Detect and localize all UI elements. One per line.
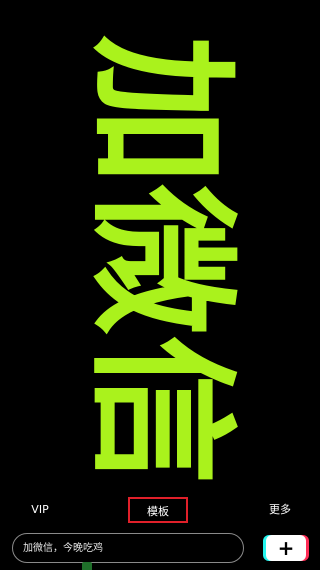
tab-more[interactable]: 更多: [260, 495, 300, 525]
banner-preview: 加 微 信: [0, 0, 320, 495]
tab-vip[interactable]: VIP: [20, 495, 60, 525]
screen: 加 微 信 VIP 模板 更多 +: [0, 0, 320, 570]
tab-templates[interactable]: 模板: [128, 497, 188, 523]
composer-row: +: [0, 531, 320, 567]
banner-char-2: 微: [73, 184, 247, 335]
bottom-accent: [82, 562, 92, 570]
banner-char-3: 信: [73, 335, 247, 485]
banner-canvas: 加 微 信: [73, 35, 247, 485]
banner-char-1: 加: [73, 35, 247, 185]
add-button[interactable]: +: [263, 535, 309, 561]
bottom-tab-bar: VIP 模板 更多: [0, 495, 320, 527]
plus-icon: +: [266, 535, 306, 561]
banner-text-input[interactable]: [12, 533, 244, 563]
